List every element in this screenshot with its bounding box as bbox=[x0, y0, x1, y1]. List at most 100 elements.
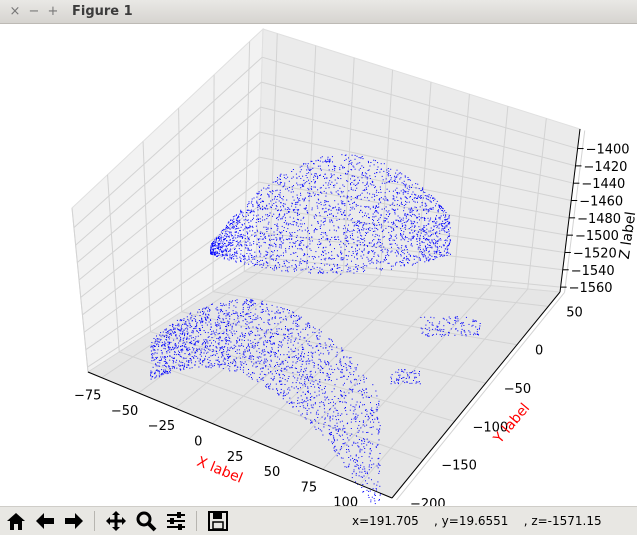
scatter-point bbox=[281, 346, 282, 348]
scatter-point bbox=[163, 336, 165, 338]
scatter-point bbox=[285, 360, 287, 361]
scatter-point bbox=[220, 308, 222, 310]
scatter-point bbox=[276, 255, 278, 257]
scatter-point bbox=[405, 183, 407, 185]
scatter-point bbox=[294, 339, 296, 341]
scatter-point bbox=[305, 163, 307, 165]
scatter-point bbox=[234, 248, 235, 250]
scatter-point bbox=[429, 241, 431, 243]
scatter-point bbox=[367, 415, 369, 417]
scatter-point bbox=[235, 260, 237, 262]
scatter-point bbox=[362, 189, 364, 191]
scatter-point bbox=[358, 457, 360, 459]
scatter-point bbox=[310, 397, 312, 398]
scatter-point bbox=[381, 182, 383, 184]
scatter-point bbox=[318, 338, 320, 340]
scatter-point bbox=[212, 250, 214, 252]
scatter-point bbox=[166, 371, 168, 373]
scatter-point bbox=[311, 209, 313, 211]
scatter-point bbox=[274, 356, 276, 358]
scatter-point bbox=[261, 266, 263, 268]
scatter-point bbox=[283, 174, 285, 176]
maximize-icon[interactable]: + bbox=[46, 3, 60, 21]
scatter-point bbox=[191, 356, 193, 357]
scatter-point bbox=[375, 247, 377, 248]
scatter-point bbox=[364, 185, 366, 186]
scatter-point bbox=[262, 238, 264, 240]
scatter-point bbox=[324, 362, 326, 363]
scatter-point bbox=[358, 240, 360, 242]
scatter-point bbox=[213, 330, 214, 332]
scatter-point bbox=[318, 246, 320, 248]
scatter-point bbox=[382, 261, 384, 263]
scatter-point bbox=[223, 228, 225, 230]
scatter-point bbox=[280, 247, 282, 249]
scatter-point bbox=[377, 238, 379, 240]
scatter-point bbox=[192, 356, 194, 358]
scatter-point bbox=[329, 378, 330, 380]
scatter-point bbox=[398, 220, 400, 221]
scatter-point bbox=[328, 346, 330, 348]
scatter-point bbox=[405, 203, 407, 205]
scatter-point bbox=[318, 349, 320, 351]
scatter-point bbox=[296, 266, 297, 268]
scatter-point bbox=[189, 354, 191, 356]
scatter-point bbox=[288, 186, 290, 188]
scatter-point bbox=[295, 386, 297, 388]
scatter-point bbox=[192, 349, 194, 351]
scatter-point bbox=[251, 198, 253, 200]
scatter-point bbox=[304, 229, 306, 231]
scatter-point bbox=[364, 212, 366, 214]
scatter-point bbox=[298, 357, 300, 359]
scatter-point bbox=[310, 169, 311, 171]
scatter-point bbox=[450, 253, 451, 255]
scatter-point bbox=[359, 405, 360, 407]
scatter-point bbox=[479, 323, 481, 324]
scatter-point bbox=[307, 355, 309, 356]
scatter-point bbox=[242, 215, 244, 217]
scatter-point bbox=[262, 205, 264, 207]
scatter-point bbox=[344, 442, 346, 444]
scatter-point bbox=[275, 364, 276, 366]
scatter-point bbox=[245, 323, 247, 325]
scatter-point bbox=[161, 358, 162, 360]
scatter-point bbox=[356, 195, 358, 197]
scatter-point bbox=[382, 179, 384, 181]
scatter-point bbox=[241, 332, 243, 334]
scatter-point bbox=[246, 374, 248, 376]
scatter-point bbox=[377, 458, 379, 460]
scatter-point bbox=[287, 271, 289, 273]
scatter-point bbox=[324, 418, 326, 420]
plot-canvas[interactable]: −75−50−250255075100125 500−50−100−150−20… bbox=[0, 24, 637, 506]
close-icon[interactable]: × bbox=[8, 3, 22, 21]
scatter-point bbox=[271, 206, 272, 208]
scatter-point bbox=[240, 253, 242, 255]
scatter-point bbox=[278, 246, 280, 248]
scatter-point bbox=[331, 346, 333, 348]
scatter-point bbox=[228, 304, 230, 306]
scatter-point bbox=[317, 383, 319, 385]
scatter-point bbox=[301, 353, 302, 355]
scatter-point bbox=[350, 169, 352, 170]
scatter-point bbox=[328, 352, 330, 354]
scatter-point bbox=[403, 183, 405, 185]
scatter-point bbox=[318, 343, 320, 345]
scatter-point bbox=[442, 226, 444, 228]
scatter-point bbox=[284, 203, 286, 205]
scatter-point bbox=[360, 234, 362, 236]
scatter-point bbox=[295, 237, 297, 238]
scatter-point bbox=[340, 240, 342, 242]
scatter-point bbox=[355, 454, 357, 456]
scatter-point bbox=[317, 417, 319, 418]
scatter-point bbox=[313, 163, 315, 165]
scatter-point bbox=[314, 402, 316, 404]
scatter-point bbox=[320, 220, 322, 222]
scatter-point bbox=[343, 257, 345, 259]
scatter-point bbox=[400, 220, 402, 222]
scatter-point bbox=[299, 240, 301, 242]
scatter-point bbox=[160, 332, 162, 334]
scatter-point bbox=[234, 215, 236, 217]
minimize-icon[interactable]: − bbox=[27, 3, 41, 21]
scatter-point bbox=[350, 178, 351, 180]
scatter-point bbox=[176, 319, 178, 321]
